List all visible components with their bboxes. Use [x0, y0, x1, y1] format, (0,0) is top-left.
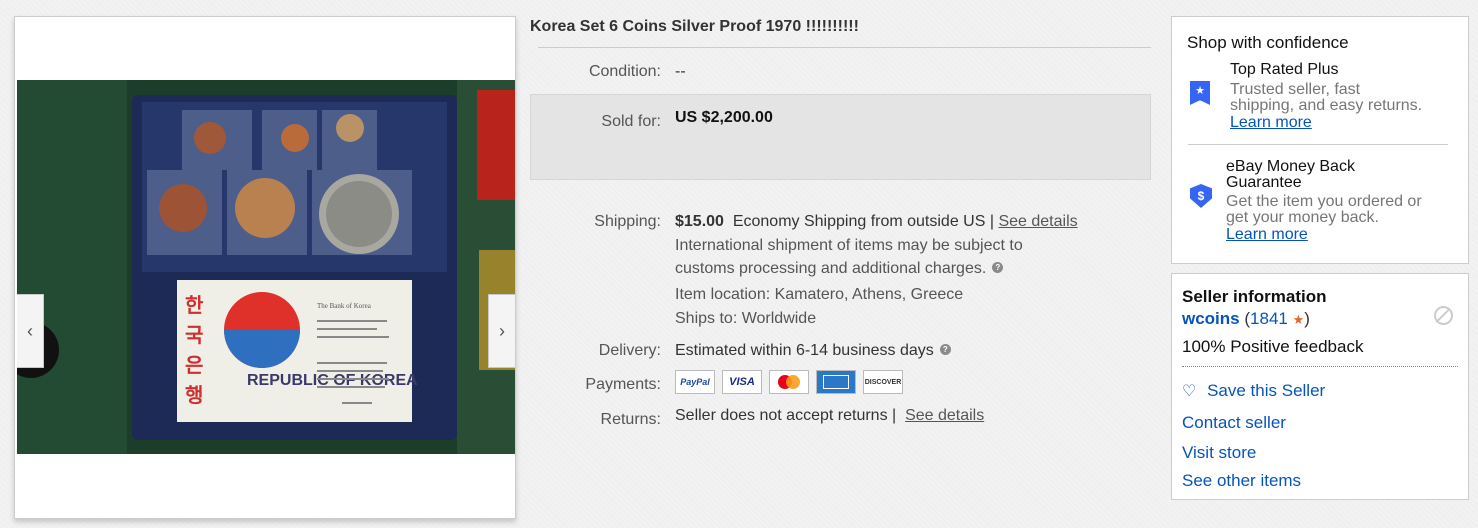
positive-feedback: 100% Positive feedback [1182, 337, 1364, 356]
shipping-line: $15.00 Economy Shipping from outside US … [675, 213, 1078, 231]
amex-logo-icon [816, 370, 856, 394]
seller-information-panel: Seller information wcoins (1841 ★) 100% … [1171, 273, 1469, 500]
money-back-learn-more[interactable]: Learn more [1226, 226, 1308, 244]
coin-set-photo: REPUBLIC OF KOREA The Bank of Korea 한 국 … [17, 80, 515, 454]
shipping-details-link[interactable]: See details [998, 213, 1077, 230]
hangul-char-3: 은 [185, 353, 203, 377]
seller-heading: Seller information [1182, 287, 1327, 306]
chevron-right-icon: › [499, 320, 505, 341]
returns-details-link[interactable]: See details [905, 407, 984, 424]
condition-label: Condition: [588, 63, 661, 80]
see-other-items-link[interactable]: See other items [1182, 471, 1301, 491]
shipping-label: Shipping: [594, 213, 661, 230]
confidence-heading: Shop with confidence [1187, 33, 1349, 52]
block-icon [1434, 306, 1453, 325]
save-seller-label: Save this Seller [1207, 381, 1326, 400]
feedback-score-link[interactable]: 1841 [1250, 309, 1288, 328]
top-rated-learn-more[interactable]: Learn more [1230, 114, 1312, 132]
discover-logo-icon: DISCOVER [863, 370, 903, 394]
shipping-cost: $15.00 [675, 213, 724, 230]
sold-price-box [530, 94, 1151, 180]
mastercard-circles-icon [778, 375, 800, 389]
money-back-title-2: Guarantee [1226, 174, 1302, 191]
item-location: Item location: Kamatero, Athens, Greece [675, 286, 964, 303]
shipping-note-1: International shipment of items may be s… [675, 237, 1023, 254]
delivery-line: Estimated within 6-14 business days? [675, 342, 951, 360]
next-image-button[interactable]: › [488, 294, 515, 368]
contact-seller-link[interactable]: Contact seller [1182, 413, 1286, 433]
top-rated-title: Top Rated Plus [1230, 61, 1339, 78]
image-gallery: REPUBLIC OF KOREA The Bank of Korea 한 국 … [14, 16, 516, 519]
title-divider [538, 47, 1151, 48]
sold-price: US $2,200.00 [675, 109, 773, 126]
returns-line: Seller does not accept returns | See det… [675, 407, 984, 425]
delivery-label: Delivery: [598, 342, 661, 359]
visit-store-link[interactable]: Visit store [1182, 443, 1256, 463]
payment-methods: PayPal VISA DISCOVER [675, 370, 903, 394]
seller-name-link[interactable]: wcoins [1182, 309, 1240, 328]
money-back-shield-icon: $ [1190, 184, 1212, 208]
save-seller-link[interactable]: ♡ Save this Seller [1182, 381, 1325, 401]
delivery-value: Estimated within 6-14 business days [675, 342, 934, 359]
feedback-star-icon: ★ [1292, 312, 1305, 327]
returns-label: Returns: [600, 411, 661, 428]
shop-with-confidence-panel: Shop with confidence ★ Top Rated Plus Tr… [1171, 16, 1469, 264]
top-rated-desc-2: shipping, and easy returns. [1230, 97, 1423, 114]
ships-to: Ships to: Worldwide [675, 310, 817, 327]
paypal-logo-icon: PayPal [675, 370, 715, 394]
hangul-char-2: 국 [185, 323, 203, 347]
seller-divider [1182, 366, 1458, 367]
top-rated-badge-icon: ★ [1190, 81, 1210, 105]
mastercard-logo-icon [769, 370, 809, 394]
listing-title: Korea Set 6 Coins Silver Proof 1970 !!!!… [530, 18, 859, 35]
shipping-note-2-line: customs processing and additional charge… [675, 260, 1004, 278]
help-icon[interactable]: ? [992, 262, 1004, 273]
sold-for-label: Sold for: [601, 113, 661, 130]
payments-label: Payments: [585, 376, 661, 393]
heart-icon: ♡ [1182, 383, 1197, 400]
shipping-method: Economy Shipping from outside US | [732, 213, 994, 230]
previous-image-button[interactable]: ‹ [17, 294, 44, 368]
confidence-divider [1188, 144, 1448, 145]
card-heading-text: The Bank of Korea [317, 302, 372, 310]
money-back-desc-2: get your money back. [1226, 209, 1379, 226]
feedback-close-paren: ) [1304, 309, 1310, 328]
hangul-char-1: 한 [185, 293, 204, 317]
item-photo[interactable]: REPUBLIC OF KOREA The Bank of Korea 한 국 … [17, 80, 515, 454]
chevron-left-icon: ‹ [27, 320, 33, 341]
returns-value: Seller does not accept returns | [675, 407, 897, 424]
visa-logo-icon: VISA [722, 370, 762, 394]
help-icon[interactable]: ? [939, 344, 951, 355]
shipping-note-2: customs processing and additional charge… [675, 260, 987, 277]
seller-identity: wcoins (1841 ★) [1182, 309, 1310, 329]
condition-value: -- [675, 63, 686, 80]
money-back-desc-1: Get the item you ordered or [1226, 193, 1422, 210]
top-rated-desc-1: Trusted seller, fast [1230, 81, 1361, 98]
hangul-char-4: 행 [185, 383, 203, 407]
